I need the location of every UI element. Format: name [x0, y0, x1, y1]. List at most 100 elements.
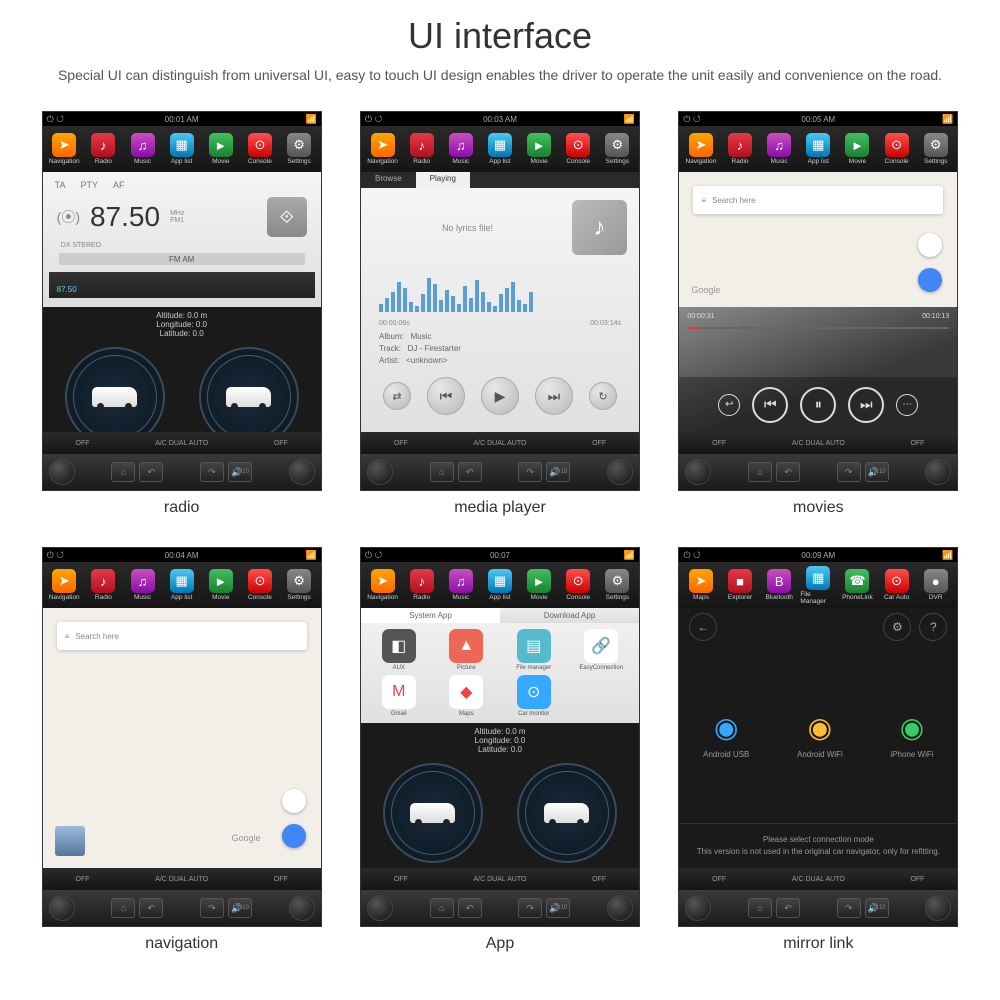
- app-maps[interactable]: ◆Maps: [434, 675, 498, 717]
- nav-phonelink[interactable]: ☎PhoneLink: [839, 569, 875, 601]
- nav-console[interactable]: ⊙Console: [560, 569, 596, 601]
- nav-car-auto[interactable]: ⊙Car Auto: [879, 569, 915, 601]
- nav-movie[interactable]: ►Movie: [203, 133, 239, 165]
- play-button[interactable]: ▶: [481, 377, 519, 415]
- geo-info: Altitude: 0.0 m Longitude: 0.0 Latitude:…: [43, 307, 321, 342]
- nav-app-list[interactable]: ▦App list: [482, 133, 518, 165]
- nav-console[interactable]: ⊙Console: [560, 133, 596, 165]
- menu-icon[interactable]: ≡: [65, 632, 70, 641]
- nav-radio[interactable]: ♪Radio: [404, 133, 440, 165]
- app-aux[interactable]: ◧AUX: [367, 629, 431, 671]
- nav-music[interactable]: ♫Music: [125, 133, 161, 165]
- nav-radio[interactable]: ♪Radio: [85, 569, 121, 601]
- map-thumbnail[interactable]: [55, 826, 85, 856]
- radio-tab-pty[interactable]: PTY: [81, 180, 99, 190]
- nav-music[interactable]: ♫Music: [125, 569, 161, 601]
- vol-button[interactable]: 🔊10: [228, 462, 252, 482]
- nav-console[interactable]: ⊙Console: [242, 569, 278, 601]
- nav-radio[interactable]: ♪Radio: [85, 133, 121, 165]
- nav-bluetooth[interactable]: BBluetooth: [761, 569, 797, 601]
- tab-playing[interactable]: Playing: [416, 172, 470, 188]
- climate-bar[interactable]: OFFA/C DUAL AUTOOFF: [43, 432, 321, 454]
- nav-file-manager[interactable]: ▦File Manager: [800, 566, 836, 605]
- volume-knob-left[interactable]: [49, 459, 75, 485]
- app-car-monitor[interactable]: ⊙Car monitor: [502, 675, 566, 717]
- nav-radio[interactable]: ♪Radio: [722, 133, 758, 165]
- locate-button[interactable]: [282, 789, 306, 813]
- tab-system-app[interactable]: System App: [361, 608, 500, 623]
- nav-movie[interactable]: ►Movie: [521, 569, 557, 601]
- mirror-android-usb[interactable]: ◉Android USB: [703, 711, 749, 759]
- next-button[interactable]: ↷: [200, 462, 224, 482]
- prev-button[interactable]: ⏮: [427, 377, 465, 415]
- nav-radio[interactable]: ♪Radio: [404, 569, 440, 601]
- video-prev[interactable]: ⏮: [752, 387, 788, 423]
- nav-movie[interactable]: ►Movie: [521, 133, 557, 165]
- power-icon[interactable]: ⏻ ↺: [47, 114, 64, 125]
- nav-music[interactable]: ♫Music: [443, 569, 479, 601]
- repeat-button[interactable]: ↻: [589, 382, 617, 410]
- nav-app-list[interactable]: ▦App list: [164, 133, 200, 165]
- nav-settings[interactable]: ⚙Settings: [918, 133, 954, 165]
- frequency-scale[interactable]: 87.50: [49, 272, 315, 298]
- menu-icon[interactable]: ≡: [701, 196, 706, 205]
- volume-knob-left[interactable]: [367, 459, 393, 485]
- video-player[interactable]: 00:00:31 00:10:13 ↩ ⏮ ⏸ ⏭ ⋯: [679, 307, 957, 432]
- nav-dvr[interactable]: ●DVR: [918, 569, 954, 601]
- more-icon[interactable]: ⋯: [896, 394, 918, 416]
- nav-app-list[interactable]: ▦App list: [164, 569, 200, 601]
- tab-download-app[interactable]: Download App: [500, 608, 639, 623]
- nav-music[interactable]: ♫Music: [443, 133, 479, 165]
- back-button[interactable]: ↶: [139, 462, 163, 482]
- nav-navigation[interactable]: ➤Navigation: [365, 133, 401, 165]
- band-selector[interactable]: FM AM: [59, 253, 305, 265]
- nav-movie[interactable]: ►Movie: [839, 133, 875, 165]
- radio-dx: DX STEREO: [49, 242, 315, 249]
- help-icon[interactable]: ?: [919, 613, 947, 641]
- volume-knob-right[interactable]: [607, 459, 633, 485]
- map-search-input[interactable]: ≡ Search here: [693, 186, 943, 214]
- nav-settings[interactable]: ⚙Settings: [281, 569, 317, 601]
- nav-console[interactable]: ⊙Console: [242, 133, 278, 165]
- gauge-left: [383, 763, 483, 863]
- locate-button[interactable]: [918, 233, 942, 257]
- nav-settings[interactable]: ⚙Settings: [599, 133, 635, 165]
- music-icon: ♫: [131, 133, 155, 157]
- nav-navigation[interactable]: ➤Navigation: [365, 569, 401, 601]
- nav-app-list[interactable]: ▦App list: [482, 569, 518, 601]
- radio-tab-af[interactable]: AF: [113, 180, 125, 190]
- nav-navigation[interactable]: ➤Navigation: [683, 133, 719, 165]
- map-search-input[interactable]: ≡ Search here: [57, 622, 307, 650]
- media-pos: 00:00:06s: [379, 320, 410, 327]
- nav-app-list[interactable]: ▦App list: [800, 133, 836, 165]
- nav-music[interactable]: ♫Music: [761, 133, 797, 165]
- settings-icon[interactable]: ⚙: [883, 613, 911, 641]
- nav-settings[interactable]: ⚙Settings: [281, 133, 317, 165]
- video-pause[interactable]: ⏸: [800, 387, 836, 423]
- tab-browse[interactable]: Browse: [361, 172, 416, 188]
- back-icon[interactable]: ←: [689, 613, 717, 641]
- directions-button[interactable]: [918, 268, 942, 292]
- home-button[interactable]: ⌂: [111, 462, 135, 482]
- app-gmail[interactable]: MGmail: [367, 675, 431, 717]
- nav-navigation[interactable]: ➤Navigation: [46, 133, 82, 165]
- nav-settings[interactable]: ⚙Settings: [599, 569, 635, 601]
- nav-console[interactable]: ⊙Console: [879, 133, 915, 165]
- nav-maps[interactable]: ➤Maps: [683, 569, 719, 601]
- radio-tab-ta[interactable]: TA: [55, 180, 66, 190]
- volume-knob-right[interactable]: [289, 459, 315, 485]
- next-button[interactable]: ⏭: [535, 377, 573, 415]
- nav-explorer[interactable]: ■Explorer: [722, 569, 758, 601]
- shuffle-button[interactable]: ⇄: [383, 382, 411, 410]
- app-picture[interactable]: ▲Picture: [434, 629, 498, 671]
- mirror-android-wifi[interactable]: ◉Android WiFi: [797, 711, 843, 759]
- directions-button[interactable]: [282, 824, 306, 848]
- app-easyconnection[interactable]: 🔗EasyConnection: [569, 629, 633, 671]
- app-file-manager[interactable]: ▤File manager: [502, 629, 566, 671]
- return-icon[interactable]: ↩: [718, 394, 740, 416]
- mirror-iphone-wifi[interactable]: ◉iPhone WiFi: [890, 711, 933, 759]
- signal-tower-icon[interactable]: ⟐: [267, 197, 307, 237]
- nav-navigation[interactable]: ➤Navigation: [46, 569, 82, 601]
- nav-movie[interactable]: ►Movie: [203, 569, 239, 601]
- video-next[interactable]: ⏭: [848, 387, 884, 423]
